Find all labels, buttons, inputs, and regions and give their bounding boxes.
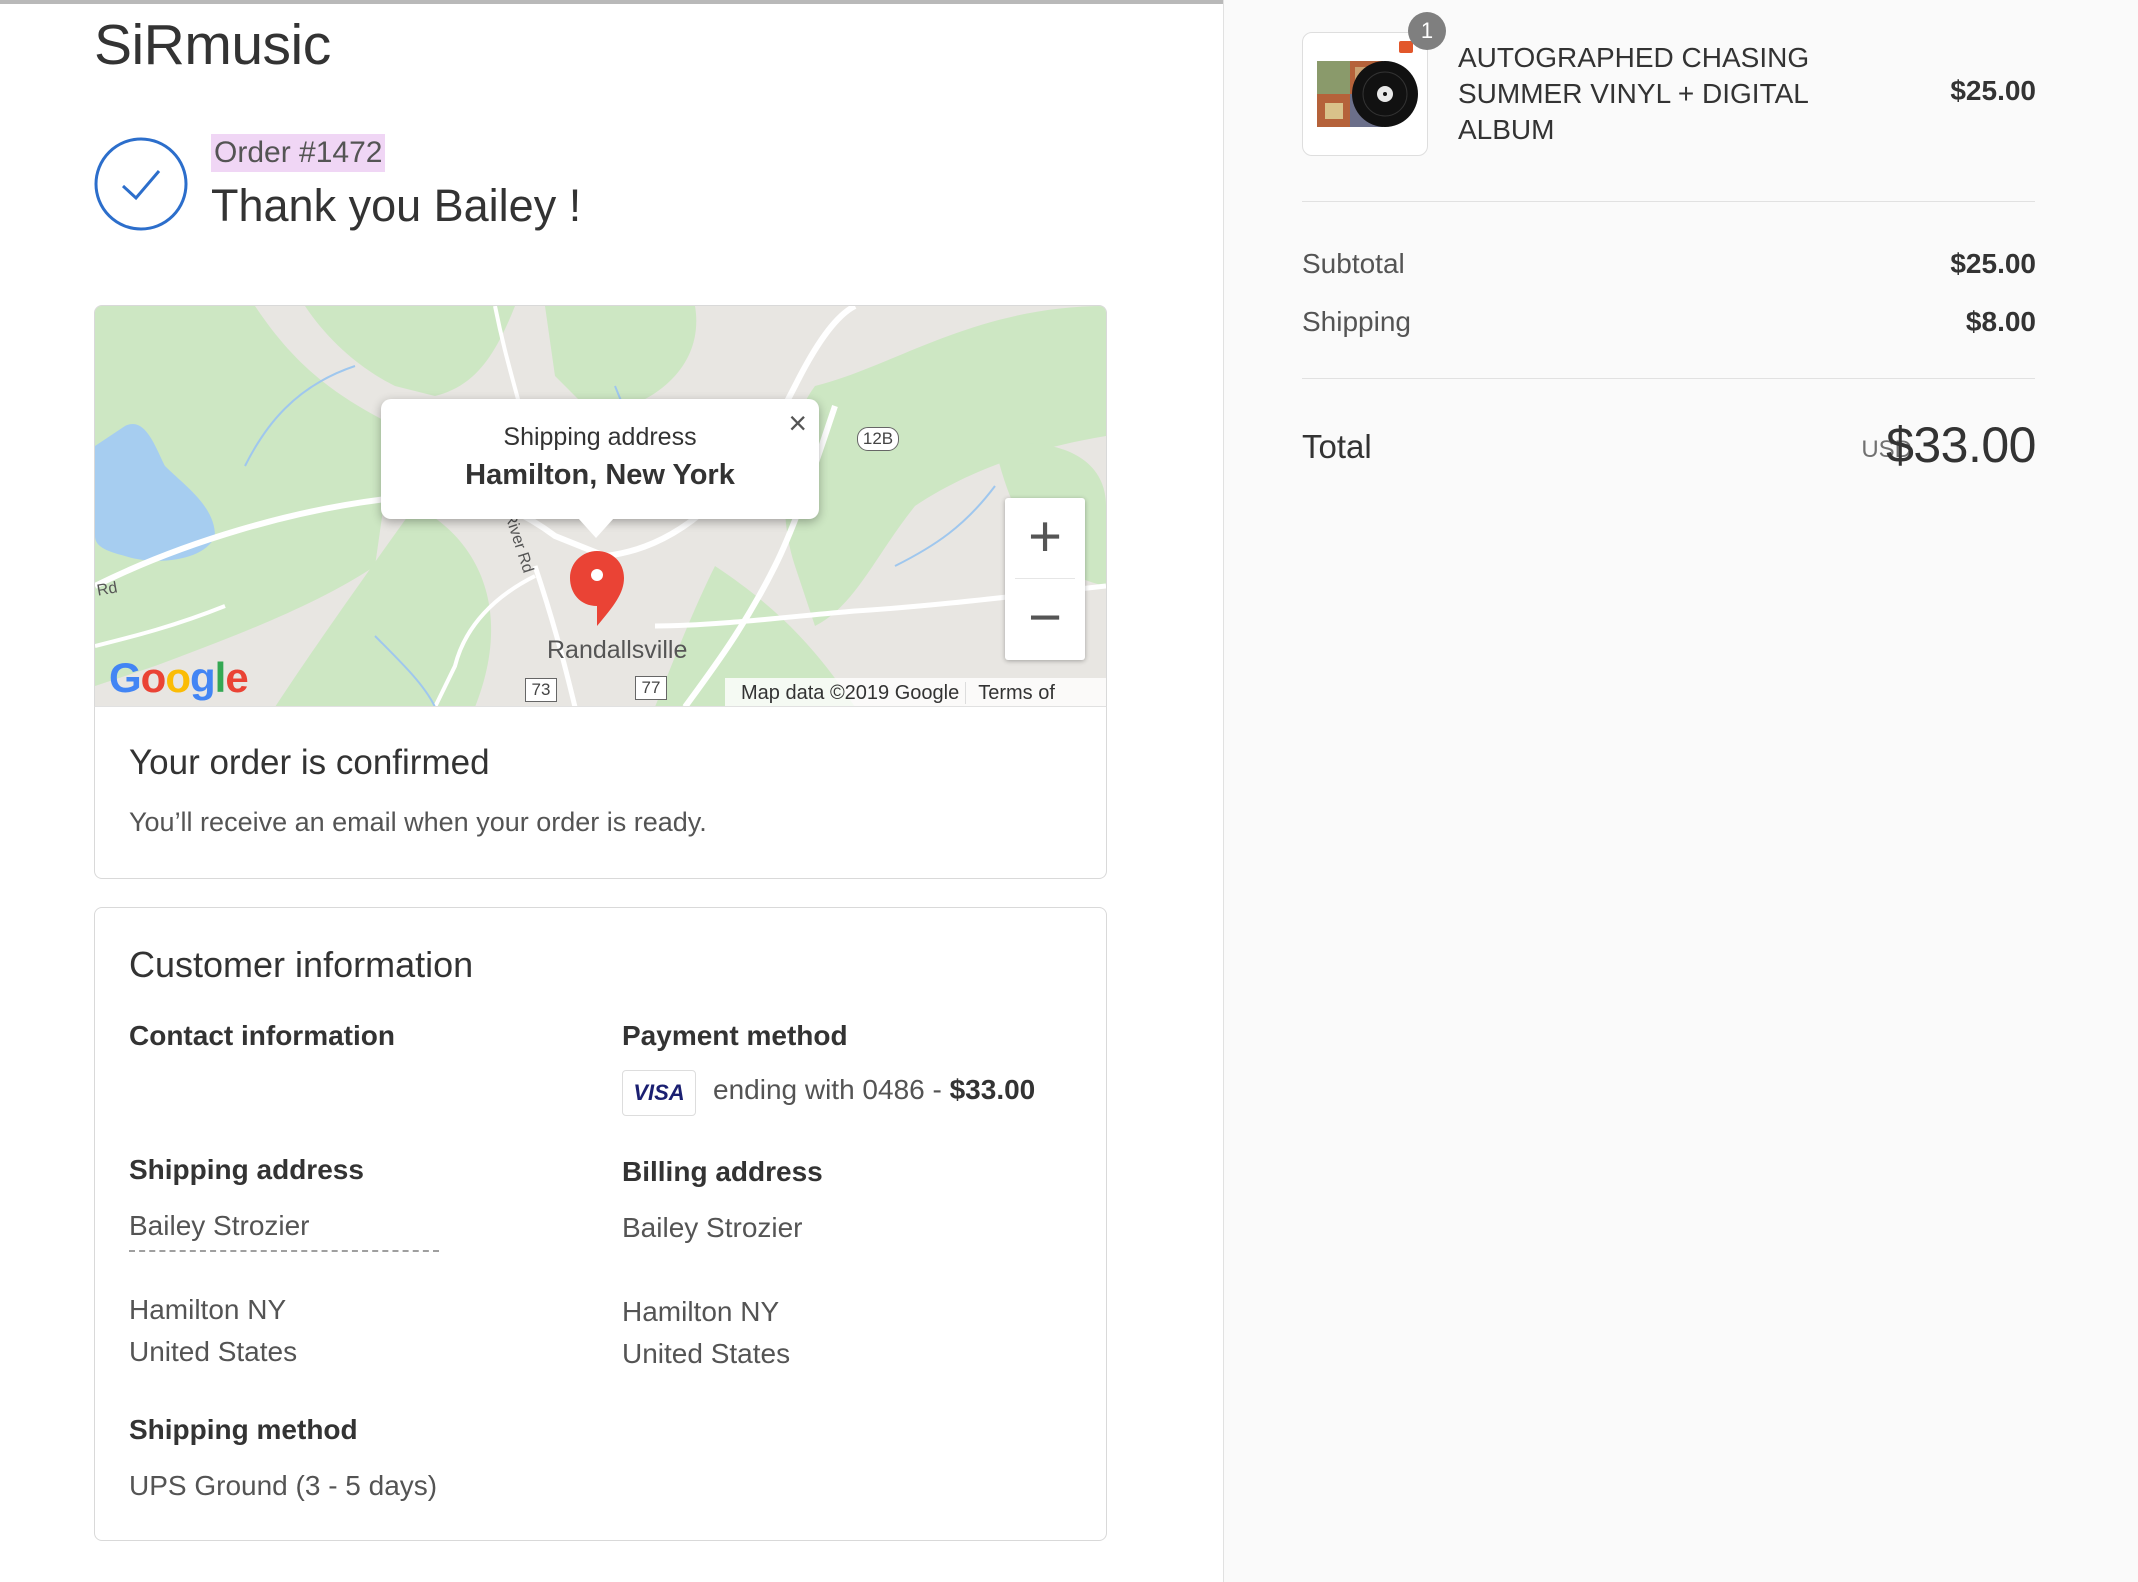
order-summary-sidebar [1223,0,2138,1582]
billing-name: Bailey Strozier [622,1212,803,1243]
customer-info-heading: Customer information [129,944,474,985]
shipping-city: Hamilton NY [129,1294,287,1325]
billing-country: United States [622,1338,791,1369]
obscured-address-line [129,1250,439,1257]
product-name: AUTOGRAPHED CHASING SUMMER VINYL + DIGIT… [1458,42,1810,145]
shipping-country: United States [129,1336,298,1367]
map-data-credit: Map data ©2019 Google [741,682,960,704]
payment-detail: ending with 0486 - $33.00 [713,1074,1036,1105]
zoom-out-button[interactable]: − [1005,579,1085,659]
summary-divider [1302,201,2035,202]
route-shield: 73 [525,678,557,702]
check-circle-icon [94,137,188,231]
shipping-address-heading: Shipping address [129,1154,364,1185]
total-label: Total [1302,428,1372,465]
billing-city: Hamilton NY [622,1296,780,1327]
order-number: Order #1472 [211,134,386,172]
customer-information-section: Customer information Contact information… [94,907,1107,1541]
confirmed-heading: Your order is confirmed [129,743,490,782]
info-window-title: Shipping address [503,423,697,451]
map-zoom-controls: + − [1005,498,1085,660]
map-info-window: Shipping address Hamilton, New York × [381,399,819,519]
map-attribution: Map data ©2019 GoogleTerms of Use [725,678,1106,707]
confirmed-message: You’ll receive an email when your order … [129,807,707,837]
close-icon[interactable]: × [788,403,807,443]
total-value: $33.00 [1886,417,2036,473]
shipping-method-heading: Shipping method [129,1414,358,1445]
vinyl-record-image [1317,41,1418,127]
subtotal-label: Subtotal [1302,248,1405,279]
visa-card-icon: VISA [622,1070,696,1116]
info-window-address: Hamilton, New York [465,459,735,491]
shipping-method-value: UPS Ground (3 - 5 days) [129,1470,438,1501]
map-road-label: Rd [95,579,119,600]
zoom-in-button[interactable]: + [1005,498,1085,578]
contact-info-heading: Contact information [129,1020,395,1051]
route-shield: 12B [857,427,899,451]
product-thumbnail [1302,32,1428,156]
shop-logo-text[interactable]: SiRmusic [94,12,331,78]
google-logo[interactable]: Google [109,654,249,702]
order-confirmed-section: Your order is confirmed You’ll receive a… [94,706,1107,879]
info-window-tail [578,518,614,538]
thank-you-heading: Thank you Bailey ! [211,180,582,231]
main-content: SiRmusic Order #1472 Thank you Bailey ! [0,0,1223,1582]
map-place-label: Randallsville [547,636,688,664]
shipping-map[interactable]: Randallsville River Rd Rd 12B 73 77 Ship… [94,305,1107,707]
shipping-value: $8.00 [1965,306,2036,337]
subtotal-value: $25.00 [1950,248,2036,279]
summary-divider [1302,378,2035,379]
payment-method-heading: Payment method [622,1020,848,1051]
shipping-name: Bailey Strozier [129,1210,310,1241]
quantity-badge: 1 [1408,12,1446,50]
billing-address-heading: Billing address [622,1156,823,1187]
route-shield: 77 [635,676,667,700]
product-price: $25.00 [1950,75,2036,106]
shipping-label: Shipping [1302,306,1411,337]
